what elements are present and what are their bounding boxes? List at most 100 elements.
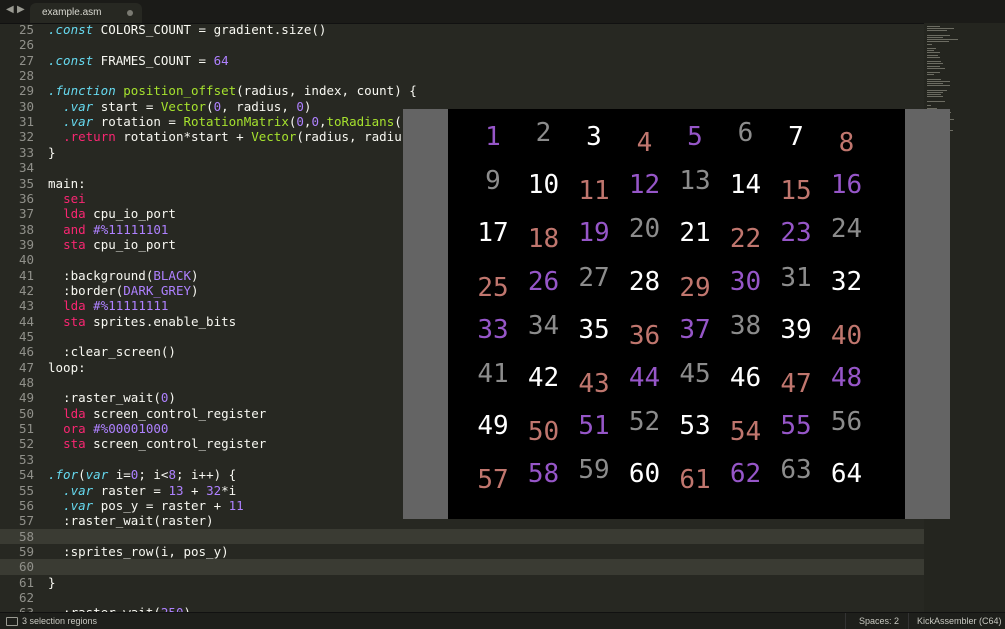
screen-number: 39 bbox=[780, 314, 812, 345]
line-number: 51 bbox=[18, 421, 34, 437]
screen-number: 30 bbox=[729, 266, 762, 297]
screen-number: 40 bbox=[830, 320, 863, 351]
screen-number: 51 bbox=[578, 411, 610, 442]
screen-number: 58 bbox=[527, 459, 560, 490]
minimap-line bbox=[927, 65, 940, 67]
screen-number: 63 bbox=[780, 455, 812, 486]
line-number: 57 bbox=[18, 513, 34, 529]
selection-status: 3 selection regions bbox=[22, 616, 98, 626]
minimap-line bbox=[927, 52, 940, 54]
screen-number: 21 bbox=[679, 218, 711, 249]
screen-number: 53 bbox=[679, 411, 711, 442]
screen-number: 14 bbox=[729, 170, 762, 201]
minimap-line bbox=[927, 78, 942, 80]
screen-number: 3 bbox=[586, 122, 602, 152]
screen-number: 64 bbox=[830, 459, 863, 490]
minimap-line bbox=[927, 34, 951, 36]
line-number: 27 bbox=[18, 52, 34, 68]
screen-number: 42 bbox=[527, 363, 560, 393]
minimap-line bbox=[927, 54, 938, 56]
screen-number: 13 bbox=[679, 166, 711, 197]
code-line[interactable]: 29 .function position_offset(radius, inde… bbox=[0, 83, 924, 98]
screen-number: 59 bbox=[578, 455, 610, 486]
line-number: 61 bbox=[18, 574, 34, 590]
code-line[interactable]: 63 :raster_wait(250) bbox=[0, 605, 924, 612]
line-number: 59 bbox=[18, 543, 34, 559]
code-line[interactable]: 27 .const FRAMES_COUNT = 64 bbox=[0, 53, 924, 68]
screen-number: 6 bbox=[737, 118, 754, 148]
code-text: :raster_wait(0) bbox=[48, 390, 176, 406]
screen-number: 56 bbox=[830, 407, 863, 438]
c64-screen: 1 2 3 4 5 6 7 8 9 10 11 12 13 14 15 16 17 18 19 20 21 22 23 24 2… bbox=[448, 109, 905, 519]
line-number: 29 bbox=[18, 83, 34, 99]
line-number: 48 bbox=[18, 375, 34, 391]
line-number: 38 bbox=[18, 221, 34, 237]
nav-forward-icon[interactable]: ▶ bbox=[17, 4, 25, 15]
line-number: 28 bbox=[18, 68, 34, 84]
line-number: 37 bbox=[18, 206, 34, 222]
code-text: sta cpu_io_port bbox=[63, 236, 176, 252]
line-number: 56 bbox=[18, 497, 34, 513]
minimap-line bbox=[927, 48, 936, 49]
code-text: .const FRAMES_COUNT = 64 bbox=[48, 52, 229, 68]
minimap-line bbox=[927, 67, 945, 69]
minimap-line bbox=[927, 74, 935, 76]
line-number: 58 bbox=[18, 528, 34, 544]
line-number: 62 bbox=[18, 589, 34, 605]
screen-number: 57 bbox=[477, 465, 509, 496]
minimap-line bbox=[927, 26, 940, 27]
screen-number: 41 bbox=[477, 359, 509, 389]
line-number: 55 bbox=[18, 482, 34, 498]
screen-number: 9 bbox=[485, 166, 501, 197]
minimap-line bbox=[927, 85, 951, 87]
screen-number: 37 bbox=[679, 314, 711, 345]
line-number: 33 bbox=[18, 144, 34, 160]
screen-number: 36 bbox=[628, 320, 661, 351]
code-text: sta sprites.enable_bits bbox=[63, 313, 237, 329]
line-number: 63 bbox=[0, 605, 34, 612]
code-text: main: bbox=[48, 175, 86, 191]
nav-back-icon[interactable]: ◀ bbox=[6, 4, 14, 15]
unsaved-dot-icon[interactable] bbox=[127, 10, 133, 16]
code-line[interactable]: 62 bbox=[0, 590, 924, 605]
code-text: sta screen_control_register bbox=[63, 436, 267, 452]
line-number: 49 bbox=[18, 390, 34, 406]
tab-example-asm[interactable]: example.asm bbox=[30, 3, 142, 23]
code-text: ora #%00001000 bbox=[63, 421, 169, 437]
code-line[interactable]: 58 bbox=[0, 528, 924, 544]
line-number: 42 bbox=[18, 282, 34, 298]
minimap-line bbox=[927, 92, 944, 93]
screen-number: 27 bbox=[578, 262, 610, 293]
panel-toggle-icon[interactable] bbox=[6, 617, 18, 626]
screen-number: 11 bbox=[578, 176, 610, 207]
code-line[interactable]: 25 .const COLORS_COUNT = gradient.size() bbox=[0, 23, 924, 37]
code-line[interactable]: 60 bbox=[0, 559, 924, 575]
code-text: .return rotation*start + Vector(radius, … bbox=[63, 129, 402, 145]
screen-number: 18 bbox=[527, 224, 560, 255]
line-number: 50 bbox=[18, 405, 34, 421]
screen-number: 33 bbox=[477, 314, 509, 345]
minimap-line bbox=[927, 37, 944, 38]
screen-number: 46 bbox=[729, 363, 762, 393]
line-number: 30 bbox=[18, 98, 34, 114]
screen-number: 5 bbox=[687, 122, 703, 152]
tab-title: example.asm bbox=[42, 7, 102, 18]
code-line[interactable]: 28 bbox=[0, 68, 924, 83]
divider bbox=[845, 613, 846, 629]
syntax-status[interactable]: KickAssembler (C64) bbox=[917, 616, 1002, 626]
line-number: 39 bbox=[18, 236, 34, 252]
status-bar: 3 selection regions Spaces: 2 KickAssemb… bbox=[0, 612, 1005, 629]
code-line[interactable]: 61} bbox=[0, 575, 924, 590]
code-line[interactable]: 59 :sprites_row(i, pos_y) bbox=[0, 544, 924, 559]
minimap-line bbox=[927, 28, 954, 30]
indentation-status[interactable]: Spaces: 2 bbox=[859, 616, 899, 626]
code-line[interactable]: 26 bbox=[0, 37, 924, 52]
screen-number: 49 bbox=[477, 411, 509, 442]
minimap-line bbox=[927, 100, 945, 102]
screen-number: 20 bbox=[628, 214, 661, 245]
code-text: .var raster = 13 + 32*i bbox=[63, 482, 237, 498]
minimap-line bbox=[927, 81, 951, 82]
screen-number: 15 bbox=[780, 176, 812, 207]
line-number: 40 bbox=[18, 252, 34, 268]
minimap-line bbox=[927, 89, 947, 91]
